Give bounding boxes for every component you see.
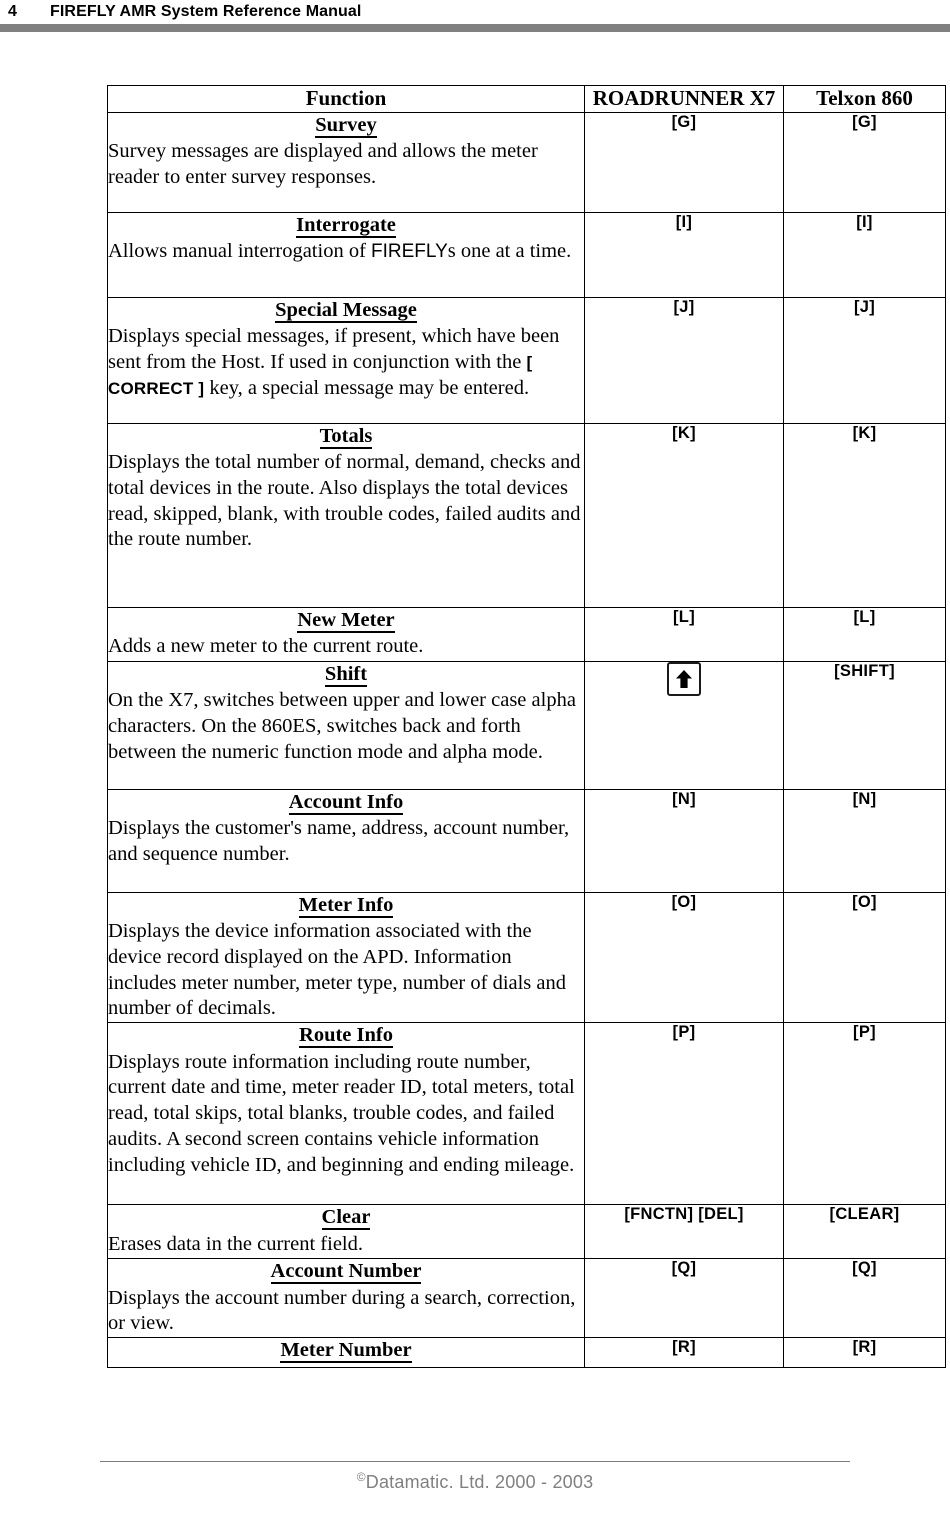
key-cell-roadrunner-x7: [P] [584, 1022, 784, 1206]
function-cell-route-info: Route Info Displays route information in… [107, 1022, 585, 1206]
table-row: Survey Survey messages are displayed and… [107, 111, 946, 213]
column-header-function: Function [107, 85, 585, 113]
function-cell-account-info: Account Info Displays the customer's nam… [107, 788, 585, 893]
key-cell-telxon-860: [CLEAR] [783, 1204, 946, 1260]
function-description: Adds a new meter to the current route. [108, 635, 424, 658]
key-cell-telxon-860: [Q] [783, 1258, 946, 1339]
table-row: Meter Info Displays the device informati… [107, 891, 946, 1024]
table-row: Meter Number [R] [R] [107, 1337, 946, 1369]
table-row: Interrogate Allows manual interrogation … [107, 211, 946, 298]
manual-title: FIREFLY AMR System Reference Manual [50, 3, 362, 20]
key-cell-roadrunner-x7: [G] [584, 111, 784, 213]
function-cell-survey: Survey Survey messages are displayed and… [107, 111, 585, 213]
function-cell-meter-info: Meter Info Displays the device informati… [107, 891, 585, 1024]
table-row: Route Info Displays route information in… [107, 1022, 946, 1206]
table-row: Special Message Displays special message… [107, 296, 946, 424]
function-description: Allows manual interrogation of FIREFLYs … [108, 240, 572, 263]
page-number: 4 [8, 3, 17, 20]
key-cell-telxon-860: [I] [783, 211, 946, 298]
function-description: On the X7, switches between upper and lo… [108, 689, 576, 763]
key-cell-roadrunner-x7: [K] [584, 422, 784, 608]
firefly-brand-text: FIREFLY [371, 241, 448, 263]
function-title: Special Message [275, 298, 417, 323]
key-cell-roadrunner-x7: [R] [584, 1337, 784, 1369]
key-cell-roadrunner-x7 [584, 660, 784, 790]
function-key-table: Function ROADRUNNER X7 Telxon 860 Survey… [107, 85, 946, 1369]
key-cell-telxon-860: [N] [783, 788, 946, 893]
key-cell-roadrunner-x7: [FNCTN] [DEL] [584, 1204, 784, 1260]
page-header: 4 FIREFLY AMR System Reference Manual [0, 0, 950, 32]
function-cell-account-number: Account Number Displays the account numb… [107, 1258, 585, 1339]
key-cell-roadrunner-x7: [O] [584, 891, 784, 1024]
function-title: Account Number [270, 1260, 422, 1285]
function-cell-totals: Totals Displays the total number of norm… [107, 422, 585, 608]
key-cell-roadrunner-x7: [L] [584, 606, 784, 662]
key-cell-telxon-860: [R] [783, 1337, 946, 1369]
table-row: Account Info Displays the customer's nam… [107, 788, 946, 893]
key-cell-telxon-860: [P] [783, 1022, 946, 1206]
function-title: Interrogate [296, 213, 396, 238]
function-description: Displays the total number of normal, dem… [108, 451, 581, 551]
header-divider-rule [0, 24, 950, 32]
function-cell-new-meter: New Meter Adds a new meter to the curren… [107, 606, 585, 662]
key-cell-telxon-860: [J] [783, 296, 946, 424]
key-cell-roadrunner-x7: [I] [584, 211, 784, 298]
key-cell-telxon-860: [K] [783, 422, 946, 608]
column-header-telxon-860: Telxon 860 [783, 85, 946, 113]
table-row: Shift On the X7, switches between upper … [107, 660, 946, 790]
key-cell-roadrunner-x7: [J] [584, 296, 784, 424]
table-row: Account Number Displays the account numb… [107, 1258, 946, 1339]
function-description: Displays the account number during a sea… [108, 1286, 576, 1335]
copyright-notice: ©Datamatic. Ltd. 2000 - 2003 [0, 1470, 950, 1493]
key-cell-roadrunner-x7: [N] [584, 788, 784, 893]
function-key-table-wrapper: Function ROADRUNNER X7 Telxon 860 Survey… [107, 85, 946, 1369]
function-title: Meter Info [298, 893, 394, 918]
table-row: Clear Erases data in the current field. … [107, 1204, 946, 1260]
function-title: New Meter [297, 608, 395, 633]
key-cell-roadrunner-x7: [Q] [584, 1258, 784, 1339]
function-title: Survey [315, 113, 377, 138]
key-cell-telxon-860: [O] [783, 891, 946, 1024]
function-description: Erases data in the current field. [108, 1232, 363, 1255]
function-cell-clear: Clear Erases data in the current field. [107, 1204, 585, 1260]
table-row: Totals Displays the total number of norm… [107, 422, 946, 608]
page-footer: ©Datamatic. Ltd. 2000 - 2003 [0, 1443, 950, 1521]
key-cell-telxon-860: [L] [783, 606, 946, 662]
function-cell-interrogate: Interrogate Allows manual interrogation … [107, 211, 585, 298]
function-title: Totals [319, 424, 373, 449]
table-header-row: Function ROADRUNNER X7 Telxon 860 [107, 85, 946, 113]
table-row: New Meter Adds a new meter to the curren… [107, 606, 946, 662]
function-description: Survey messages are displayed and allows… [108, 140, 538, 188]
footer-divider-rule [100, 1461, 850, 1462]
function-title: Meter Number [280, 1339, 412, 1364]
function-description: Displays the device information associat… [108, 920, 567, 1020]
function-description: Displays the customer's name, address, a… [108, 817, 570, 865]
function-title: Account Info [288, 790, 404, 815]
copyright-icon: © [356, 1470, 366, 1484]
header-line: 4 FIREFLY AMR System Reference Manual [8, 3, 361, 21]
function-cell-meter-number: Meter Number [107, 1337, 585, 1369]
function-title: Route Info [299, 1024, 393, 1049]
function-description: Displays route information including rou… [108, 1050, 575, 1176]
function-title: Clear [321, 1206, 371, 1231]
key-cell-telxon-860: [G] [783, 111, 946, 213]
function-cell-shift: Shift On the X7, switches between upper … [107, 660, 585, 790]
column-header-roadrunner-x7: ROADRUNNER X7 [584, 85, 784, 113]
function-title: Shift [324, 662, 368, 687]
copyright-text: Datamatic. Ltd. 2000 - 2003 [365, 1472, 594, 1492]
shift-up-arrow-key-icon [667, 661, 701, 696]
key-cell-telxon-860: [SHIFT] [783, 660, 946, 790]
function-cell-special-message: Special Message Displays special message… [107, 296, 585, 424]
function-description: Displays special messages, if present, w… [108, 325, 560, 399]
